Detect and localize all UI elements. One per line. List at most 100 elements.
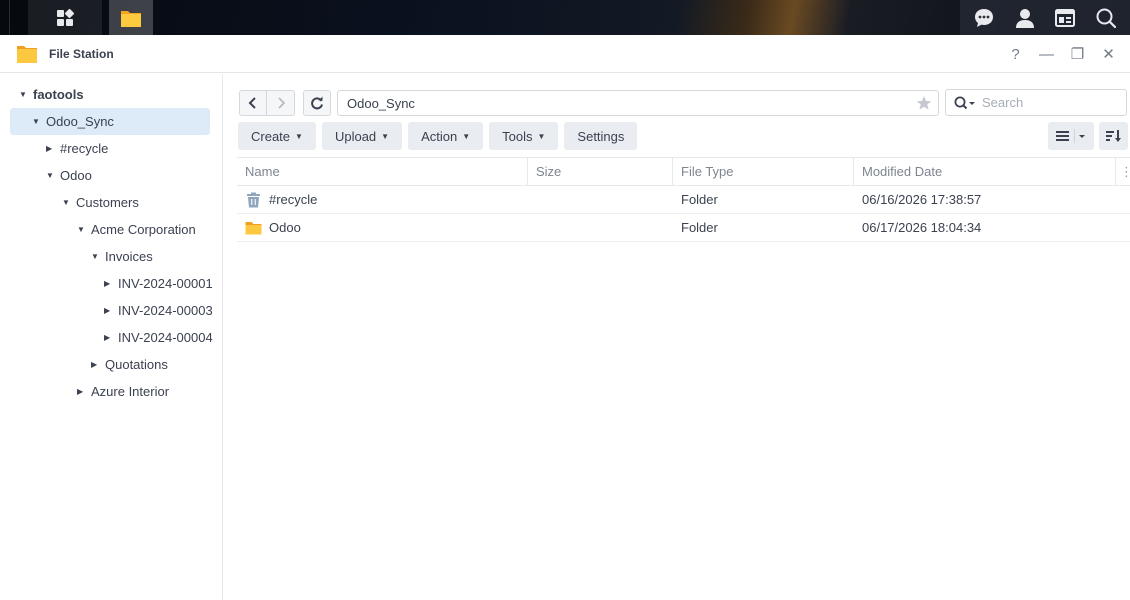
tree-item-odoo[interactable]: ▼ Odoo [0, 162, 222, 189]
tree-item-label: Invoices [105, 249, 153, 264]
collapsed-arrow-icon[interactable]: ▶ [77, 378, 87, 405]
file-date-cell: 06/16/2026 17:38:57 [862, 192, 982, 207]
file-type-cell: Folder [681, 220, 718, 235]
collapsed-arrow-icon[interactable]: ▶ [104, 297, 114, 324]
tree-item-recycle[interactable]: ▶ #recycle [0, 135, 222, 162]
tree-item-acme-corporation[interactable]: ▼ Acme Corporation [0, 216, 222, 243]
tree-item-label: INV-2024-00004 [118, 330, 213, 345]
tree-item-faotools[interactable]: ▼ faotools [0, 81, 222, 108]
tree-item-label: faotools [33, 87, 84, 102]
collapsed-arrow-icon[interactable]: ▶ [91, 351, 101, 378]
file-name-cell: #recycle [237, 186, 528, 213]
search-button[interactable] [1093, 5, 1119, 31]
table-header: Name Size File Type Modified Date ⋮ [237, 157, 1130, 186]
main-panel: Odoo_Sync Search Create ▼ Upload ▼ Action ▼… [224, 74, 1130, 600]
collapsed-arrow-icon[interactable]: ▶ [104, 324, 114, 351]
column-header-size[interactable]: Size [528, 158, 673, 186]
notifications-button[interactable] [971, 5, 997, 31]
table-row[interactable]: Odoo Folder 06/17/2026 18:04:34 [237, 214, 1130, 242]
tree-item-invoices[interactable]: ▼ Invoices [0, 243, 222, 270]
tree-item-azure-interior[interactable]: ▶ Azure Interior [0, 378, 222, 405]
caret-down-icon: ▼ [537, 131, 546, 141]
search-field[interactable]: Search [945, 89, 1127, 116]
back-button[interactable] [239, 90, 267, 116]
user-icon [1015, 8, 1034, 28]
tree-item-customers[interactable]: ▼ Customers [0, 189, 222, 216]
path-bar[interactable]: Odoo_Sync [337, 90, 939, 116]
settings-button[interactable]: Settings [564, 122, 638, 150]
file-size-cell [528, 214, 673, 241]
widgets-button[interactable] [1052, 5, 1078, 31]
tree-item-inv-2024-00004[interactable]: ▶ INV-2024-00004 [0, 324, 222, 351]
expanded-arrow-icon[interactable]: ▼ [32, 108, 42, 135]
settings-label: Settings [577, 128, 625, 144]
upload-button[interactable]: Upload ▼ [321, 122, 403, 150]
tree-item-label: Customers [76, 195, 139, 210]
table-row[interactable]: #recycle Folder 06/16/2026 17:38:57 [237, 186, 1130, 214]
tree-item-inv-2024-00003[interactable]: ▶ INV-2024-00003 [0, 297, 222, 324]
create-label: Create [251, 128, 291, 144]
user-button[interactable] [1012, 5, 1038, 31]
main-menu-button[interactable] [28, 0, 102, 35]
folder-tree: ▼ faotools ▼ Odoo_Sync ▶ #recycle ▼ Odoo ▼ Cu… [0, 74, 223, 600]
column-header-modified-date[interactable]: Modified Date [854, 158, 1116, 186]
chevron-right-icon [277, 97, 285, 109]
restore-button[interactable]: ❐ [1062, 45, 1093, 63]
taskbar [0, 0, 1130, 35]
chat-bubble-icon [975, 8, 994, 27]
file-name: Odoo [269, 220, 301, 235]
search-icon [1096, 8, 1116, 28]
tools-button[interactable]: Tools ▼ [489, 122, 559, 150]
tree-item-label: Azure Interior [91, 384, 170, 399]
tree-item-label: #recycle [60, 141, 109, 156]
tree-item-label: Acme Corporation [91, 222, 196, 237]
collapsed-arrow-icon[interactable]: ▶ [104, 270, 114, 297]
create-button[interactable]: Create ▼ [238, 122, 316, 150]
column-header-name[interactable]: Name [237, 158, 528, 186]
upload-label: Upload [334, 128, 377, 144]
forward-button[interactable] [267, 90, 295, 116]
refresh-button[interactable] [303, 90, 331, 116]
expanded-arrow-icon[interactable]: ▼ [62, 189, 72, 216]
search-input[interactable]: Search [982, 95, 1023, 110]
minimize-button[interactable]: — [1031, 46, 1062, 63]
tree-item-inv-2024-00001[interactable]: ▶ INV-2024-00001 [0, 270, 222, 297]
expanded-arrow-icon[interactable]: ▼ [77, 216, 87, 243]
window-title: File Station [49, 46, 114, 61]
sort-icon [1105, 130, 1121, 142]
tools-label: Tools [502, 128, 533, 144]
file-date-cell: 06/17/2026 18:04:34 [862, 220, 982, 235]
list-view-button[interactable] [1048, 122, 1094, 150]
file-name-cell: Odoo [237, 214, 528, 241]
list-view-icon [1056, 129, 1085, 143]
navigation-buttons [239, 90, 331, 116]
column-options-icon[interactable]: ⋮ [1116, 158, 1130, 186]
window-titlebar: File Station ? — ❐ ✕ [0, 35, 1130, 73]
taskbar-file-station-button[interactable] [109, 0, 153, 35]
refresh-icon [311, 96, 323, 110]
apps-grid-icon [57, 8, 75, 26]
column-header-type[interactable]: File Type [673, 158, 854, 186]
file-size-cell [528, 186, 673, 213]
taskbar-tray [960, 0, 1130, 35]
tree-item-label: INV-2024-00001 [118, 276, 213, 291]
file-name: #recycle [269, 192, 318, 207]
folder-icon [245, 219, 262, 236]
collapsed-arrow-icon[interactable]: ▶ [46, 135, 56, 162]
tree-item-quotations[interactable]: ▶ Quotations [0, 351, 222, 378]
file-type-cell: Folder [681, 192, 718, 207]
file-list: Name Size File Type Modified Date ⋮ #rec… [237, 157, 1130, 242]
expanded-arrow-icon[interactable]: ▼ [91, 243, 101, 270]
star-icon[interactable] [916, 95, 932, 111]
search-icon[interactable] [954, 96, 976, 110]
chevron-left-icon [248, 97, 256, 109]
action-button[interactable]: Action ▼ [408, 122, 484, 150]
tree-item-odoo-sync[interactable]: ▼ Odoo_Sync [10, 108, 210, 135]
expanded-arrow-icon[interactable]: ▼ [46, 162, 56, 189]
expanded-arrow-icon[interactable]: ▼ [19, 81, 29, 108]
sort-button[interactable] [1099, 122, 1128, 150]
close-button[interactable]: ✕ [1093, 45, 1124, 63]
caret-down-icon: ▼ [295, 131, 303, 141]
tree-item-label: INV-2024-00003 [118, 303, 213, 318]
help-button[interactable]: ? [1000, 46, 1031, 63]
